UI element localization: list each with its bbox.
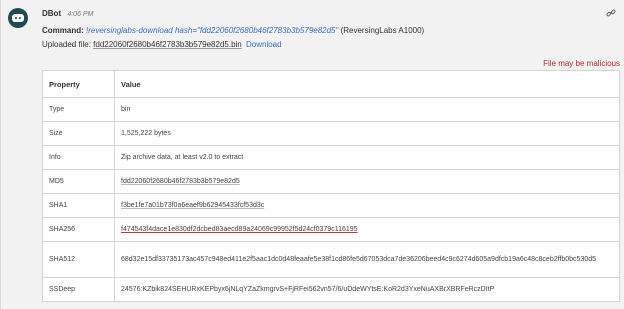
row-key: Size (42, 121, 115, 146)
row-value: Zip archive data, at least v2.0 to extra… (114, 145, 620, 170)
file-properties-table: Property Value Type bin Size 1,525,222 b… (42, 70, 620, 302)
row-key: SHA1 (42, 193, 115, 218)
row-key: SSDeep (42, 277, 115, 302)
command-line: Command: !reversinglabs-download hash="f… (42, 26, 424, 35)
row-value: bin (114, 97, 620, 122)
table-row: SHA256 f474543f4dace1e830df2dcbed83aecd8… (42, 217, 620, 242)
row-key: Info (42, 145, 115, 170)
row-value: f3be1fe7a01b73f0a6eaef9b62945433fcf53d3c (114, 193, 620, 218)
table-row: SSDeep 24576:KZbik824SEHURxKEPbyx6jNLqYZ… (42, 277, 620, 302)
bot-avatar-icon (8, 8, 28, 28)
command-suffix: (ReversingLabs A1000) (340, 26, 425, 35)
row-value: 24576:KZbik824SEHURxKEPbyx6jNLqYZaZkmgrv… (114, 277, 620, 302)
command-text[interactable]: !reversinglabs-download hash="fdd22060f2… (86, 26, 338, 35)
row-value: 68d32e15df33735173ac457c948ed411e2f5aac1… (114, 241, 620, 278)
sha256-value[interactable]: f474543f4dace1e830df2dcbed83aecd89a24069… (121, 226, 358, 233)
uploaded-label: Uploaded file: (42, 40, 91, 49)
row-value: f474543f4dace1e830df2dcbed83aecd89a24069… (114, 217, 620, 242)
row-key: Type (42, 97, 115, 122)
table-row: SHA512 68d32e15df33735173ac457c948ed411e… (42, 241, 620, 278)
header-value: Value (114, 70, 620, 98)
table-header-row: Property Value (42, 70, 620, 98)
row-key: SHA512 (42, 241, 115, 278)
header-property: Property (42, 70, 115, 98)
row-value: fdd22060f2680b46f2783b3b579e82d5 (114, 169, 620, 194)
message-panel: DBot 4:06 PM Command: !reversinglabs-dow… (0, 0, 624, 309)
sender-name: DBot (42, 9, 62, 18)
message-header: DBot 4:06 PM (42, 9, 93, 18)
malicious-warning: File may be malicious (543, 59, 620, 68)
row-key: MD5 (42, 169, 115, 194)
row-key: SHA256 (42, 217, 115, 242)
uploaded-file-line: Uploaded file: fdd22060f2680b46f2783b3b5… (42, 40, 282, 49)
command-label: Command: (42, 26, 84, 35)
table-row: MD5 fdd22060f2680b46f2783b3b579e82d5 (42, 169, 620, 194)
link-icon[interactable] (606, 8, 616, 18)
sha1-value[interactable]: f3be1fe7a01b73f0a6eaef9b62945433fcf53d3c (121, 202, 264, 209)
row-value: 1,525,222 bytes (114, 121, 620, 146)
message-time: 4:06 PM (67, 11, 94, 18)
table-row: Info Zip archive data, at least v2.0 to … (42, 145, 620, 170)
table-row: Type bin (42, 97, 620, 122)
md5-value[interactable]: fdd22060f2680b46f2783b3b579e82d5 (121, 178, 240, 185)
table-row: SHA1 f3be1fe7a01b73f0a6eaef9b62945433fcf… (42, 193, 620, 218)
uploaded-file-name[interactable]: fdd22060f2680b46f2783b3b579e82d5.bin (93, 40, 242, 49)
download-link[interactable]: Download (246, 40, 282, 49)
table-row: Size 1,525,222 bytes (42, 121, 620, 146)
